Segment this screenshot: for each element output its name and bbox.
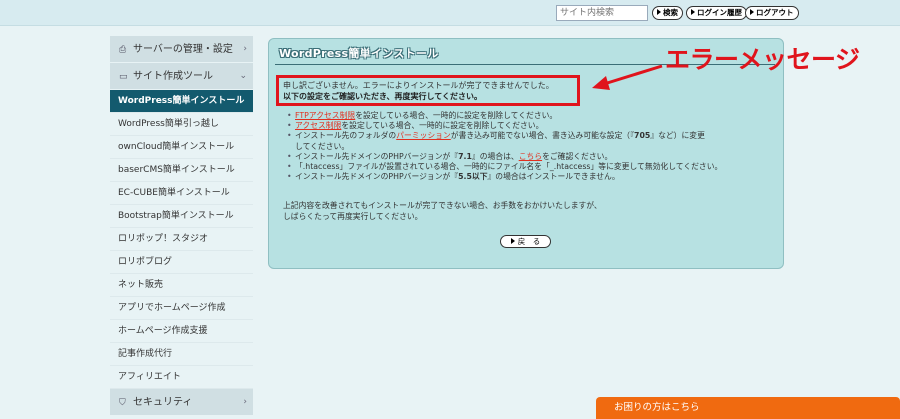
shield-icon: ⛉ [119, 398, 126, 408]
list-item-text: してください。 [295, 141, 350, 151]
sidebar-item-bootstrap[interactable]: Bootstrap簡単インストール [110, 205, 253, 228]
sidebar-section-security[interactable]: ⛉ セキュリティ › [110, 389, 253, 416]
list-item-text: を設定している場合、一時的に設定を削除してください。 [341, 121, 544, 131]
sidebar-section-site-tools[interactable]: ▭ サイト作成ツール ⌄ [110, 63, 253, 90]
sidebar-item-basercms[interactable]: baserCMS簡単インストール [110, 159, 253, 182]
php-version-value: 7.1 [458, 151, 472, 161]
retry-note: 上記内容を改善されてもインストールが完了できない場合、お手数をおかけいたしますが… [283, 201, 602, 222]
sidebar: ⎙ サーバーの管理・設定 › ▭ サイト作成ツール ⌄ WordPress簡単インス… [110, 36, 253, 416]
arrow-right-icon [510, 238, 515, 244]
list-item-text: インストール先ドメインのPHPバージョンが『 [295, 151, 459, 161]
search-button-label: 検索 [663, 8, 678, 17]
login-history-button[interactable]: ログイン履歴 [686, 6, 747, 20]
list-item-text: インストール先ドメインのPHPバージョンが『 [295, 172, 459, 182]
back-button[interactable]: 戻 る [500, 235, 551, 248]
arrow-right-icon [657, 9, 661, 15]
sidebar-item-eccube[interactable]: EC-CUBE簡単インストール [110, 182, 253, 205]
search-button[interactable]: 検索 [652, 6, 683, 20]
list-item-text: 』など）に変更 [650, 131, 705, 141]
access-restriction-link[interactable]: アクセス制限 [295, 121, 341, 130]
error-message-box: 申し訳ございません。エラーによりインストールが完了できませんでした。 以下の設定… [276, 75, 580, 106]
list-item-text: 』の場合はインストールできません。 [487, 172, 620, 182]
search-input[interactable] [556, 5, 648, 21]
list-item: 「.htaccess」ファイルが設置されている場合、一時的にファイル名を「_.h… [285, 162, 775, 172]
login-history-label: ログイン履歴 [697, 8, 742, 17]
permission-value: 705 [634, 131, 651, 141]
arrow-right-icon [691, 9, 695, 15]
sidebar-item-wordpress-install[interactable]: WordPress簡単インストール [110, 90, 253, 113]
sidebar-section-label: サーバーの管理・設定 [133, 44, 233, 55]
chevron-down-icon: ⌄ [239, 71, 247, 81]
list-item-text: をご確認ください。 [542, 151, 613, 161]
back-button-label: 戻 る [517, 237, 541, 246]
permission-link[interactable]: パーミッション [396, 131, 451, 140]
sidebar-item-owncloud[interactable]: ownCloud簡単インストール [110, 136, 253, 159]
help-bar[interactable]: お困りの方はこちら [596, 397, 900, 419]
checklist: FTPアクセス制限を設定している場合、一時的に設定を削除してください。 アクセス… [285, 111, 775, 183]
list-item: インストール先のフォルダのパーミッションが書き込み可能でない場合、書き込み可能な… [285, 131, 775, 151]
error-instruction-line: 以下の設定をご確認いただき、再度実行してください。 [283, 92, 482, 101]
sidebar-item-net-shop[interactable]: ネット販売 [110, 274, 253, 297]
logout-label: ログアウト [756, 8, 794, 17]
monitor-icon: ▭ [119, 72, 128, 82]
printer-icon: ⎙ [119, 45, 127, 55]
sidebar-item-affiliate[interactable]: アフィリエイト [110, 366, 253, 389]
list-item-text: インストール先のフォルダの [295, 131, 397, 141]
list-item-text: 』の場合は、 [471, 151, 519, 161]
sidebar-section-label: セキュリティ [133, 397, 193, 408]
sidebar-item-lolipo-blog[interactable]: ロリポブログ [110, 251, 253, 274]
chevron-right-icon: › [243, 44, 247, 54]
sidebar-section-label: サイト作成ツール [133, 71, 213, 82]
arrow-right-icon [750, 9, 754, 15]
sidebar-item-wordpress-migrate[interactable]: WordPress簡単引っ越し [110, 113, 253, 136]
annotation-label: エラーメッセージ [665, 45, 860, 74]
retry-note-line: しばらくたって再度実行してください。 [283, 211, 423, 221]
list-item: インストール先ドメインのPHPバージョンが『7.1』の場合は、こちらをご確認くだ… [285, 152, 775, 162]
list-item-text: が書き込み可能でない場合、書き込み可能な設定（『 [450, 131, 635, 141]
sidebar-item-lolipop-studio[interactable]: ロリポップ！スタジオ [110, 228, 253, 251]
sidebar-item-article-writing[interactable]: 記事作成代行 [110, 343, 253, 366]
list-item-text: を設定している場合、一時的に設定を削除してください。 [355, 111, 558, 120]
list-item: アクセス制限を設定している場合、一時的に設定を削除してください。 [285, 121, 775, 131]
sidebar-item-app-homepage[interactable]: アプリでホームページ作成 [110, 297, 253, 320]
retry-note-line: 上記内容を改善されてもインストールが完了できない場合、お手数をおかけいたしますが… [283, 201, 602, 210]
ftp-restriction-link[interactable]: FTPアクセス制限 [295, 111, 355, 120]
php-version-value: 5.5以下 [458, 172, 488, 182]
php-info-link[interactable]: こちら [519, 152, 542, 161]
logout-button[interactable]: ログアウト [745, 6, 799, 20]
error-message-line: 申し訳ございません。エラーによりインストールが完了できませんでした。 [283, 81, 554, 90]
list-item: インストール先ドメインのPHPバージョンが『5.5以下』の場合はインストールでき… [285, 172, 775, 182]
list-item: FTPアクセス制限を設定している場合、一時的に設定を削除してください。 [285, 111, 775, 121]
chevron-right-icon: › [243, 397, 247, 407]
panel-title: WordPress簡単インストール [279, 47, 439, 60]
top-bar: 検索 ログイン履歴 ログアウト [0, 0, 900, 26]
list-item-text: 「.htaccess」ファイルが設置されている場合、一時的にファイル名を「_.h… [295, 162, 723, 172]
sidebar-item-homepage-support[interactable]: ホームページ作成支援 [110, 320, 253, 343]
sidebar-section-server[interactable]: ⎙ サーバーの管理・設定 › [110, 36, 253, 63]
